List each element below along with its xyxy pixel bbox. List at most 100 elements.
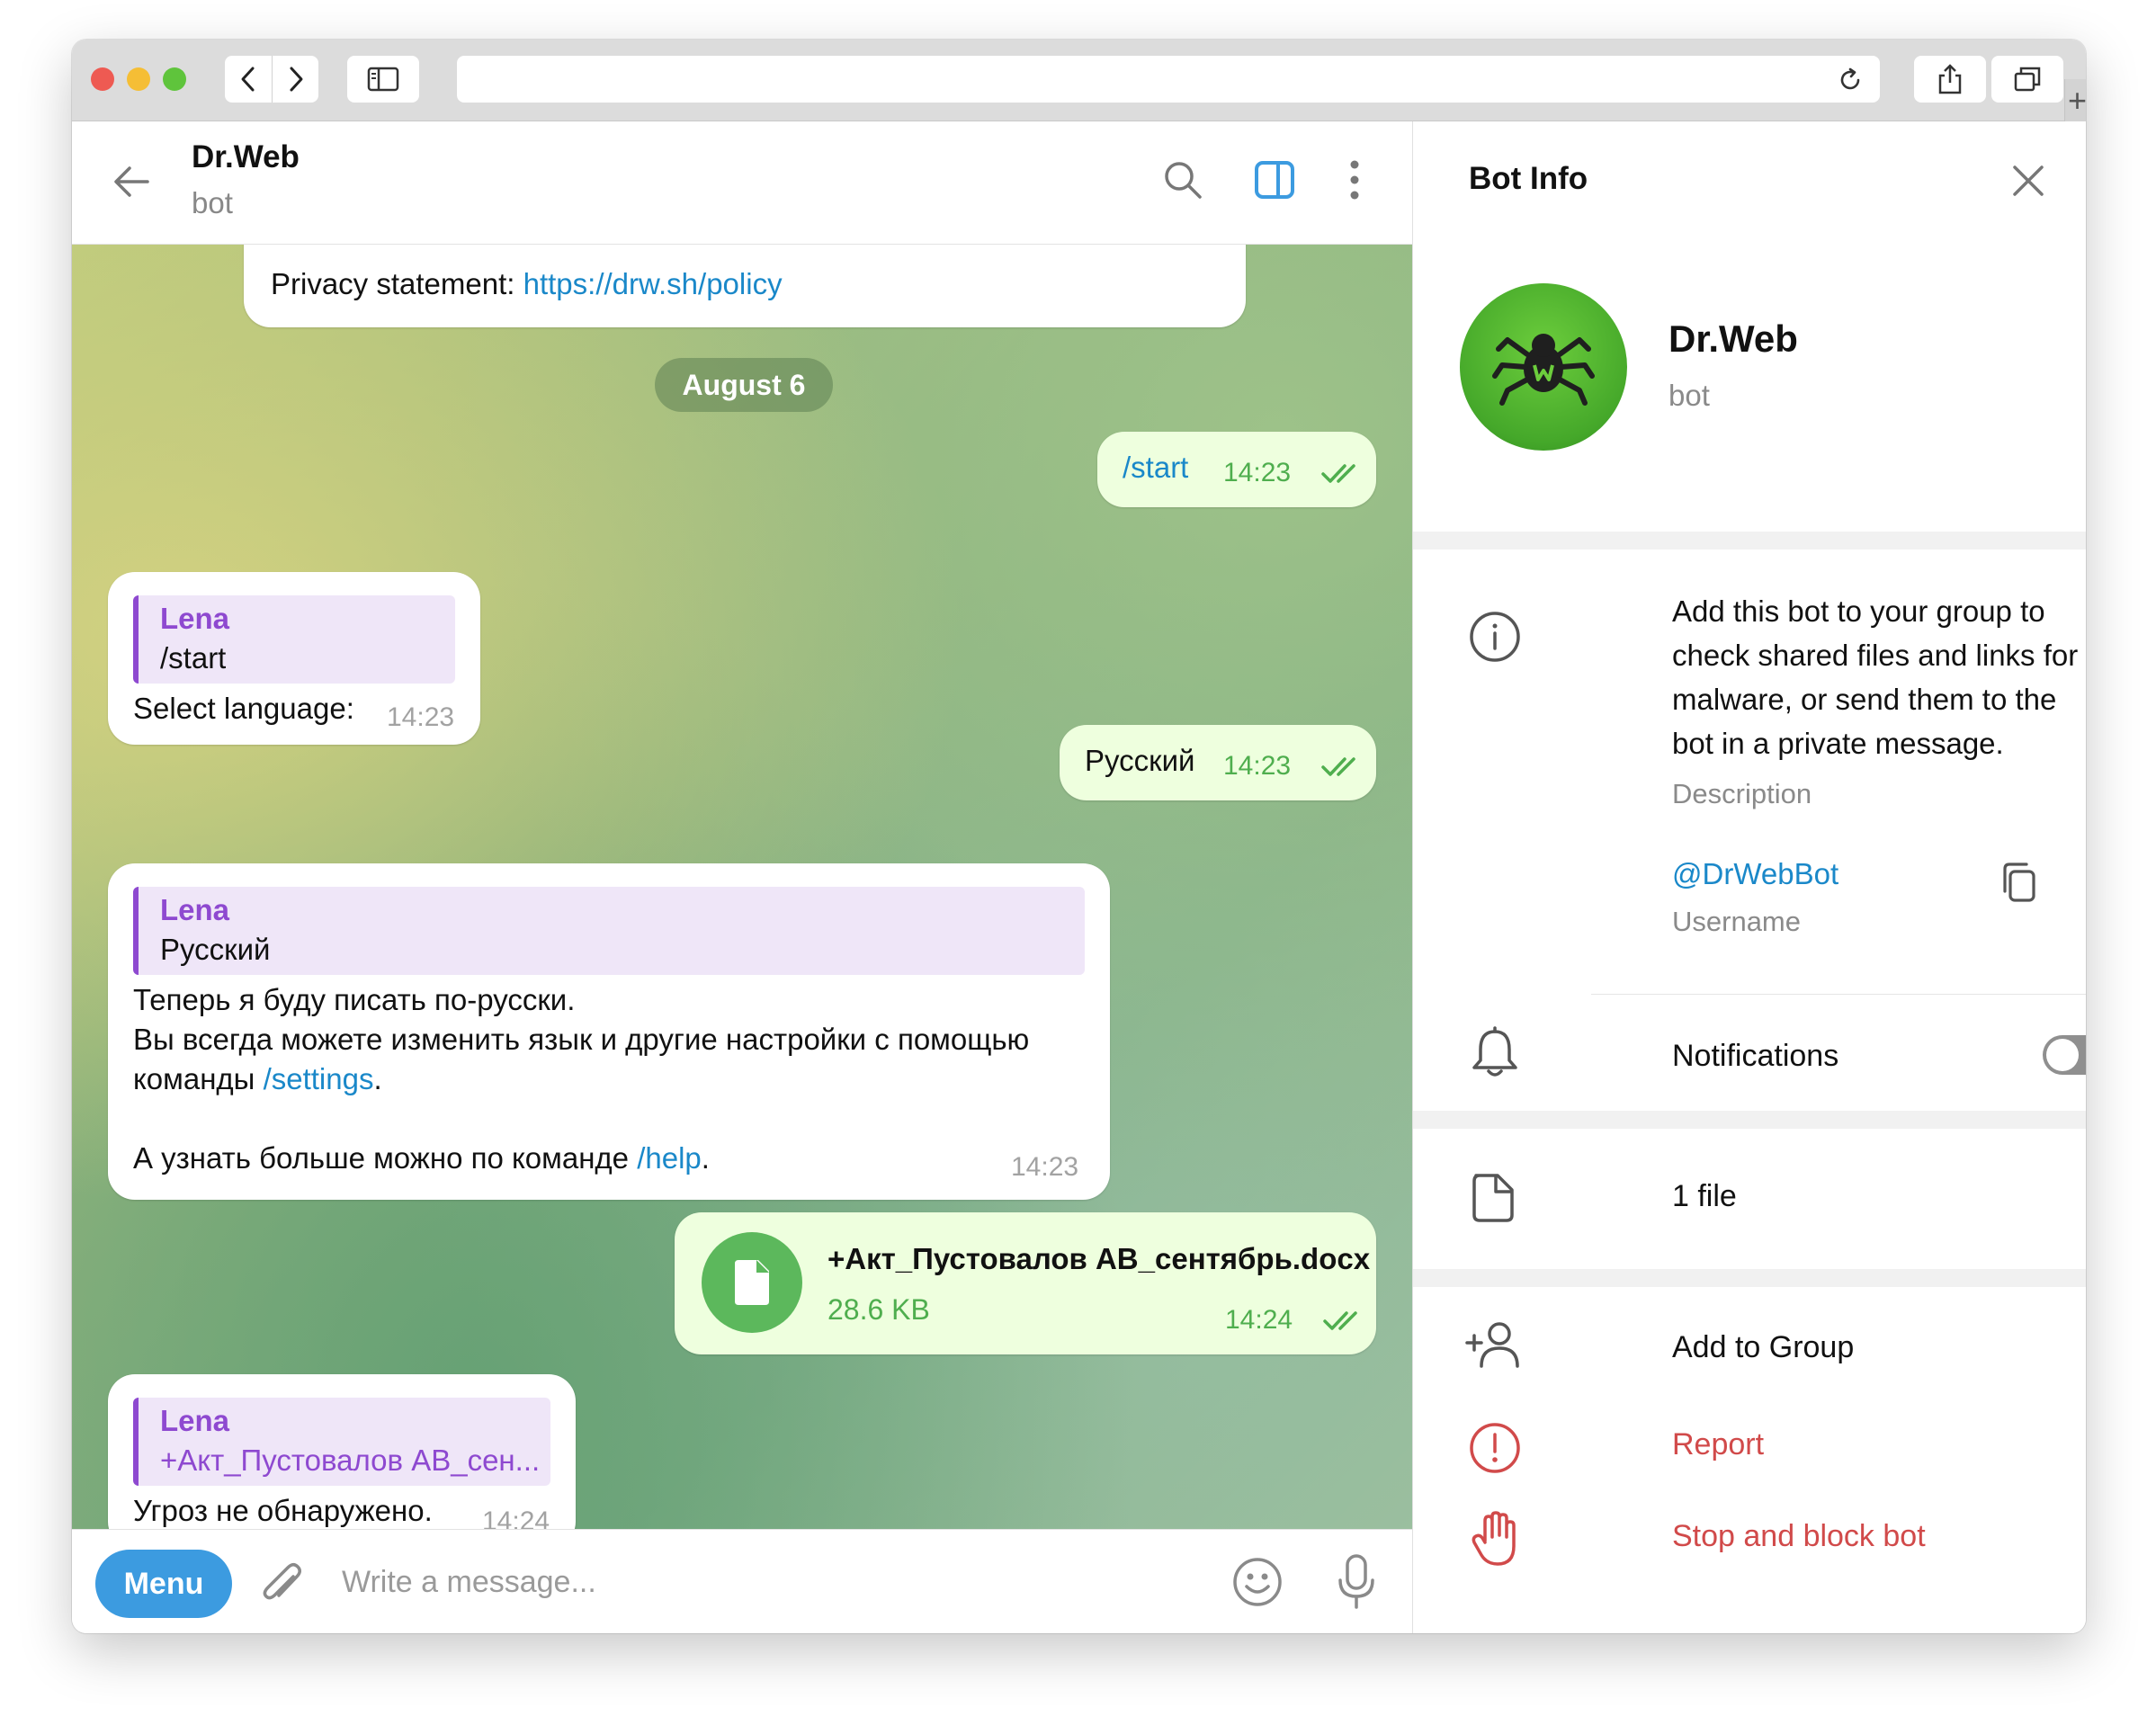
actions-card: Add to Group Report Stop and block bot xyxy=(1413,1287,2086,1633)
bot-menu-button[interactable]: Menu xyxy=(95,1550,232,1618)
browser-back-button[interactable] xyxy=(225,56,272,103)
share-button[interactable] xyxy=(1914,56,1986,103)
bot-avatar[interactable] xyxy=(1460,283,1627,451)
notifications-toggle[interactable] xyxy=(2043,1035,2086,1075)
message-text: Privacy statement: https://drw.sh/policy xyxy=(271,264,783,304)
sidebar-toggle-icon[interactable] xyxy=(1254,159,1295,201)
message-time: 14:23 xyxy=(1223,751,1292,781)
message-input[interactable] xyxy=(342,1555,1205,1609)
message-outgoing-start: /start 14:23 xyxy=(1097,432,1376,507)
add-to-group-button[interactable]: Add to Group xyxy=(1413,1296,2086,1395)
profile-card: Bot Info Dr.Web bot xyxy=(1413,121,2086,532)
panel-title: Bot Info xyxy=(1469,161,1588,196)
reply-preview[interactable]: Lena /start xyxy=(133,595,455,684)
shared-media-card: 1 file xyxy=(1413,1129,2086,1269)
help-command-link[interactable]: /help xyxy=(637,1141,702,1175)
bot-info-panel: Bot Info Dr.Web bot Add this bot to your… xyxy=(1412,121,2086,1633)
tabs-icon xyxy=(2014,67,2041,92)
description-line: Add this bot to your group to xyxy=(1672,594,2045,628)
username-caption: Username xyxy=(1672,906,1801,937)
reload-icon[interactable] xyxy=(1837,67,1864,94)
new-tab-button[interactable]: + xyxy=(2064,79,2086,121)
message-fragment: . xyxy=(373,1062,382,1095)
command-text[interactable]: /start xyxy=(1123,448,1188,487)
message-time: 14:23 xyxy=(1223,458,1292,487)
emoji-icon[interactable] xyxy=(1232,1557,1283,1607)
file-icon xyxy=(1472,1174,1514,1222)
minimize-window-button[interactable] xyxy=(127,67,150,91)
chat-header: Dr.Web bot xyxy=(72,121,1412,245)
notifications-label: Notifications xyxy=(1672,1039,1839,1073)
message-outgoing-file: +Акт_Пустовалов АВ_сентябрь.docx 28.6 KB… xyxy=(675,1212,1376,1354)
message-privacy: Privacy statement: https://drw.sh/policy xyxy=(244,245,1246,327)
bot-username[interactable]: @DrWebBot xyxy=(1672,857,1838,891)
date-separator: August 6 xyxy=(655,358,833,412)
chat-subtitle: bot xyxy=(192,186,233,219)
stop-block-button[interactable]: Stop and block bot xyxy=(1413,1496,2086,1586)
double-check-icon xyxy=(1321,757,1355,776)
info-icon xyxy=(1470,612,1520,662)
tab-overview-button[interactable] xyxy=(1991,56,2063,103)
report-button[interactable]: Report xyxy=(1413,1404,2086,1494)
spider-logo-icon xyxy=(1492,334,1595,406)
message-time: 14:24 xyxy=(482,1506,550,1529)
add-to-group-label: Add to Group xyxy=(1672,1330,1855,1364)
zoom-window-button[interactable] xyxy=(163,67,186,91)
message-fragment: команды xyxy=(133,1062,264,1095)
message-line: А узнать больше можно по команде /help. xyxy=(133,1139,1029,1178)
message-text: Select language: xyxy=(133,692,354,725)
reply-sender: Lena xyxy=(160,893,230,926)
profile-subtitle: bot xyxy=(1668,379,1710,412)
search-icon[interactable] xyxy=(1162,159,1203,201)
files-count: 1 file xyxy=(1672,1179,1737,1213)
close-icon[interactable] xyxy=(2010,163,2046,199)
message-line: Вы всегда можете изменить язык и другие … xyxy=(133,1023,1030,1056)
file-download-button[interactable] xyxy=(702,1232,802,1333)
report-icon xyxy=(1470,1423,1520,1473)
reply-preview[interactable]: Lena Русский xyxy=(133,887,1085,975)
description-line: bot in a private message. xyxy=(1672,727,2004,760)
privacy-link[interactable]: https://drw.sh/policy xyxy=(523,267,783,300)
message-time: 14:23 xyxy=(1011,1152,1079,1182)
stop-hand-icon xyxy=(1472,1511,1516,1566)
chat-title[interactable]: Dr.Web xyxy=(192,139,300,175)
reply-preview[interactable]: Lena +Акт_Пустовалов АВ_сен... xyxy=(133,1398,550,1486)
microphone-icon[interactable] xyxy=(1337,1553,1376,1611)
browser-sidebar-button[interactable] xyxy=(347,56,419,103)
bell-icon xyxy=(1472,1026,1517,1077)
reply-text: +Акт_Пустовалов АВ_сен... xyxy=(160,1444,541,1477)
reply-text: Русский xyxy=(160,933,271,966)
info-card: Add this bot to your group to check shar… xyxy=(1413,550,2086,1111)
history-nav xyxy=(225,56,318,103)
double-check-icon xyxy=(1323,1311,1357,1330)
bot-description: Add this bot to your group to check shar… xyxy=(1672,589,2078,765)
profile-name: Dr.Web xyxy=(1668,317,1798,360)
sidebar-icon xyxy=(367,67,399,92)
stop-block-label: Stop and block bot xyxy=(1672,1519,1926,1553)
files-row[interactable]: 1 file xyxy=(1413,1129,2086,1269)
message-composer: Menu xyxy=(72,1529,1412,1633)
message-line: Теперь я буду писать по-русски. xyxy=(133,983,576,1016)
description-caption: Description xyxy=(1672,778,1812,809)
paperclip-icon[interactable] xyxy=(259,1559,306,1609)
close-window-button[interactable] xyxy=(91,67,114,91)
chevron-right-icon xyxy=(290,67,302,92)
more-vertical-icon[interactable] xyxy=(1347,159,1362,201)
message-time: 14:24 xyxy=(1225,1305,1293,1335)
file-name[interactable]: +Акт_Пустовалов АВ_сентябрь.docx xyxy=(828,1239,1370,1279)
message-fragment: . xyxy=(701,1141,710,1175)
browser-forward-button[interactable] xyxy=(272,56,318,103)
double-check-icon xyxy=(1321,464,1355,483)
copy-icon[interactable] xyxy=(1999,861,2039,904)
chat-history[interactable]: Privacy statement: https://drw.sh/policy… xyxy=(72,245,1412,1529)
plus-icon: + xyxy=(2067,81,2086,119)
back-arrow-icon[interactable] xyxy=(112,161,153,202)
message-text: Русский xyxy=(1085,744,1195,777)
browser-toolbar: + xyxy=(72,40,2086,121)
message-outgoing-russian: Русский 14:23 xyxy=(1060,725,1376,800)
file-size: 28.6 KB xyxy=(828,1293,930,1326)
address-bar[interactable] xyxy=(457,56,1880,103)
add-user-icon xyxy=(1465,1322,1519,1368)
settings-command-link[interactable]: /settings xyxy=(264,1062,374,1095)
